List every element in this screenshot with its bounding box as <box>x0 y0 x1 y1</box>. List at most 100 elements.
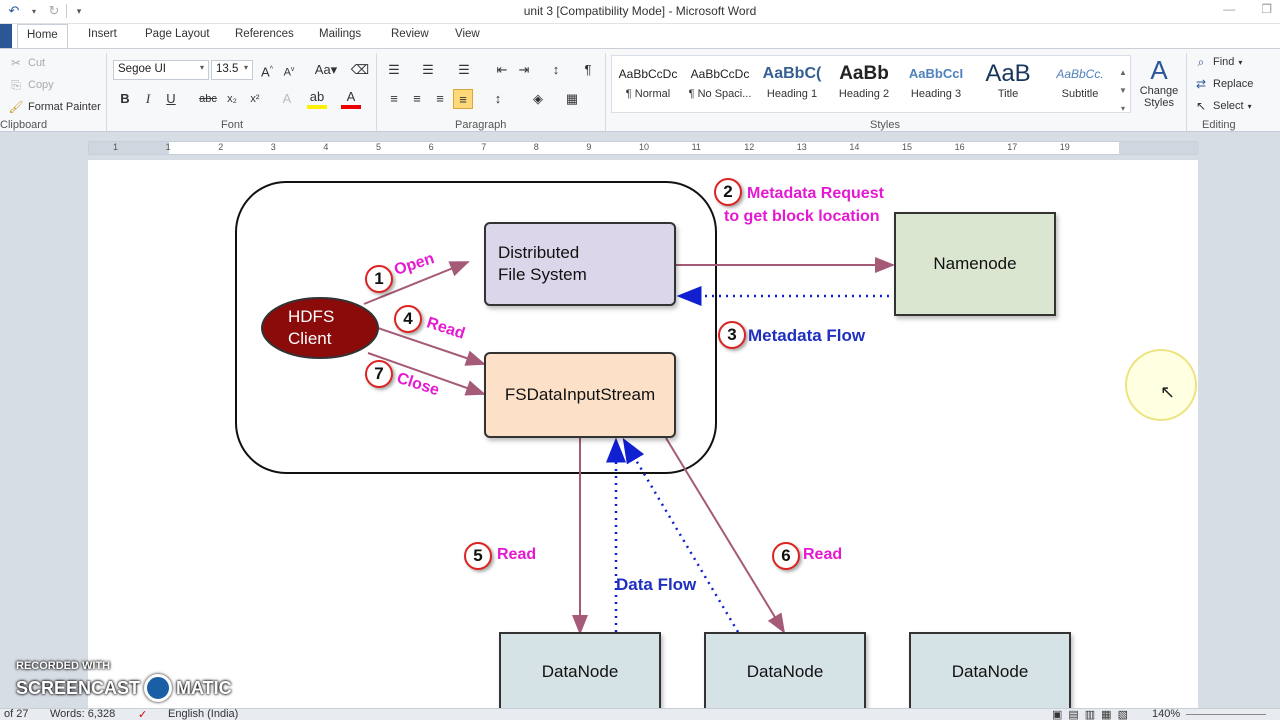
shading-icon[interactable]: ◈ <box>528 89 548 109</box>
subscript-icon[interactable]: x₂ <box>222 89 242 109</box>
align-left-icon[interactable]: ≡ <box>384 89 404 109</box>
decrease-indent-icon[interactable]: ⇤ <box>492 60 512 80</box>
cut-button[interactable]: ✂ Cut <box>8 55 45 71</box>
step-5-badge: 5 <box>464 542 492 570</box>
binoculars-icon: ⌕ <box>1197 55 1205 69</box>
borders-icon[interactable]: ▦ <box>562 89 582 109</box>
style-preview: AaB <box>985 60 1031 87</box>
divider <box>376 53 377 131</box>
record-icon <box>144 674 173 702</box>
sort-icon[interactable]: ↕ <box>546 60 566 80</box>
document-page[interactable]: HDFS Client Distributed File System FSDat… <box>88 160 1198 712</box>
increase-indent-icon[interactable]: ⇥ <box>514 60 534 80</box>
italic-icon[interactable]: I <box>138 89 158 109</box>
tab-view[interactable]: View <box>455 28 480 40</box>
style-heading-2[interactable]: AaBb Heading 2 <box>828 60 900 100</box>
text-effects-icon[interactable]: A <box>277 89 297 109</box>
editing-group-label: Editing <box>1202 119 1236 131</box>
restore-icon[interactable]: ❐ <box>1261 2 1272 16</box>
window-title: unit 3 [Compatibility Mode] - Microsoft … <box>523 4 757 18</box>
tab-mailings[interactable]: Mailings <box>319 28 361 40</box>
ruler-margin-right <box>1119 142 1199 154</box>
styles-scroll[interactable]: ▲ ▼ ▾ <box>1117 64 1129 120</box>
namenode-label: Namenode <box>933 254 1017 273</box>
style-heading-3[interactable]: AaBbCcI Heading 3 <box>900 60 972 100</box>
fsdis-label: FSDataInputStream <box>504 385 656 404</box>
divider <box>605 53 606 131</box>
bold-icon[interactable]: B <box>115 89 135 109</box>
line-spacing-icon[interactable]: ↕ <box>488 89 508 109</box>
styles-group-label: Styles <box>870 119 900 131</box>
ruler-number: 7 <box>481 142 487 152</box>
ruler-number: 5 <box>376 142 382 152</box>
grow-font-icon[interactable]: A^ <box>257 60 277 80</box>
ruler-number: 9 <box>586 142 592 152</box>
chevron-down-icon: ▾ <box>243 63 248 72</box>
change-styles-button[interactable]: A Change Styles <box>1137 55 1181 109</box>
replace-button[interactable]: ⇄ Replace <box>1193 76 1253 92</box>
datanode-box-1: DataNode <box>499 632 661 712</box>
datanode-label: DataNode <box>951 662 1029 681</box>
highlight-icon[interactable]: ab <box>307 89 327 109</box>
strikethrough-icon[interactable]: abc <box>198 89 218 109</box>
tab-review[interactable]: Review <box>391 28 429 40</box>
style-heading-1[interactable]: AaBbC(Heading 1 <box>756 60 828 100</box>
font-name-select[interactable]: Segoe UI ▾ <box>113 60 209 80</box>
multilevel-list-icon[interactable]: ☰ <box>454 60 474 80</box>
clear-formatting-icon[interactable]: ⌫ <box>350 60 370 80</box>
superscript-icon[interactable]: x² <box>245 89 265 109</box>
style-normal[interactable]: AaBbCcDc ¶ Normal <box>612 60 684 100</box>
justify-icon[interactable]: ≡ <box>453 89 473 109</box>
clipboard-group-label: Clipboard <box>0 119 48 131</box>
datanode-label: DataNode <box>746 662 824 681</box>
file-tab[interactable] <box>0 24 12 48</box>
align-center-icon[interactable]: ≡ <box>407 89 427 109</box>
ruler-number: 15 <box>902 142 913 152</box>
tab-page-layout[interactable]: Page Layout <box>145 28 210 40</box>
style-subtitle[interactable]: AaBbCc. Subtitle <box>1044 60 1116 100</box>
watermark-word-2: MATIC <box>176 677 232 698</box>
step-1-badge: 1 <box>365 265 393 293</box>
change-case-icon[interactable]: Aa▾ <box>312 60 340 80</box>
ruler-number: 19 <box>1059 142 1070 152</box>
tab-insert[interactable]: Insert <box>88 28 117 40</box>
minimize-icon[interactable]: — <box>1223 2 1235 16</box>
style-name: Subtitle <box>1061 88 1099 100</box>
style-name: Title <box>997 88 1019 100</box>
style-preview: AaBbCc. <box>1056 67 1104 81</box>
format-painter-button[interactable]: 🖌 Format Painter <box>8 99 100 115</box>
divider <box>1186 53 1187 131</box>
zoom-slider[interactable] <box>1186 714 1266 715</box>
title-bar: ↶ ▾ ↻ ▾ unit 3 [Compatibility Mode] - Mi… <box>0 0 1280 24</box>
font-color-icon[interactable]: A <box>341 89 361 109</box>
style-preview: AaBbCcI <box>908 66 964 81</box>
find-button[interactable]: ⌕ Find ▾ <box>1193 54 1243 70</box>
copy-button[interactable]: ⎘ Copy <box>8 77 54 93</box>
view-buttons[interactable]: ▣▤▥▦▧ <box>1052 708 1134 720</box>
bullets-icon[interactable]: ☰ <box>384 60 404 80</box>
shrink-font-icon[interactable]: Av <box>279 60 299 80</box>
ribbon-home: ✂ Cut ⎘ Copy 🖌 Format Painter Clipboard Seg… <box>0 48 1280 132</box>
tab-home[interactable]: Home <box>17 24 68 49</box>
horizontal-ruler[interactable]: 1 1 2 3 4 5 6 7 8 9 10 11 12 13 14 15 16 17 19 <box>88 141 1199 155</box>
select-label: Select <box>1213 100 1244 112</box>
tab-references[interactable]: References <box>235 28 294 40</box>
zoom-level[interactable]: 140% <box>1152 708 1180 720</box>
align-right-icon[interactable]: ≡ <box>430 89 450 109</box>
page-count[interactable]: of 27 <box>4 708 28 720</box>
numbering-icon[interactable]: ☰ <box>418 60 438 80</box>
ribbon-tabs: Home Insert Page Layout References Maili… <box>0 24 1280 49</box>
language[interactable]: English (India) <box>168 708 238 720</box>
underline-icon[interactable]: U <box>161 89 181 109</box>
font-group-label: Font <box>221 119 244 131</box>
show-marks-icon[interactable]: ¶ <box>578 60 598 80</box>
font-size-select[interactable]: 13.5 ▾ <box>211 60 253 80</box>
word-count[interactable]: Words: 6,328 <box>50 708 115 720</box>
style-title[interactable]: AaB Title <box>972 60 1044 100</box>
ruler-number: 12 <box>744 142 755 152</box>
ruler-number: 16 <box>954 142 965 152</box>
style-no-spacing[interactable]: AaBbCcDc ¶ No Spaci... <box>684 60 756 100</box>
select-button[interactable]: ↖ Select ▾ <box>1193 98 1252 114</box>
paragraph-group-label: Paragraph <box>455 119 507 131</box>
proofing-icon[interactable]: ✓ <box>138 708 147 720</box>
